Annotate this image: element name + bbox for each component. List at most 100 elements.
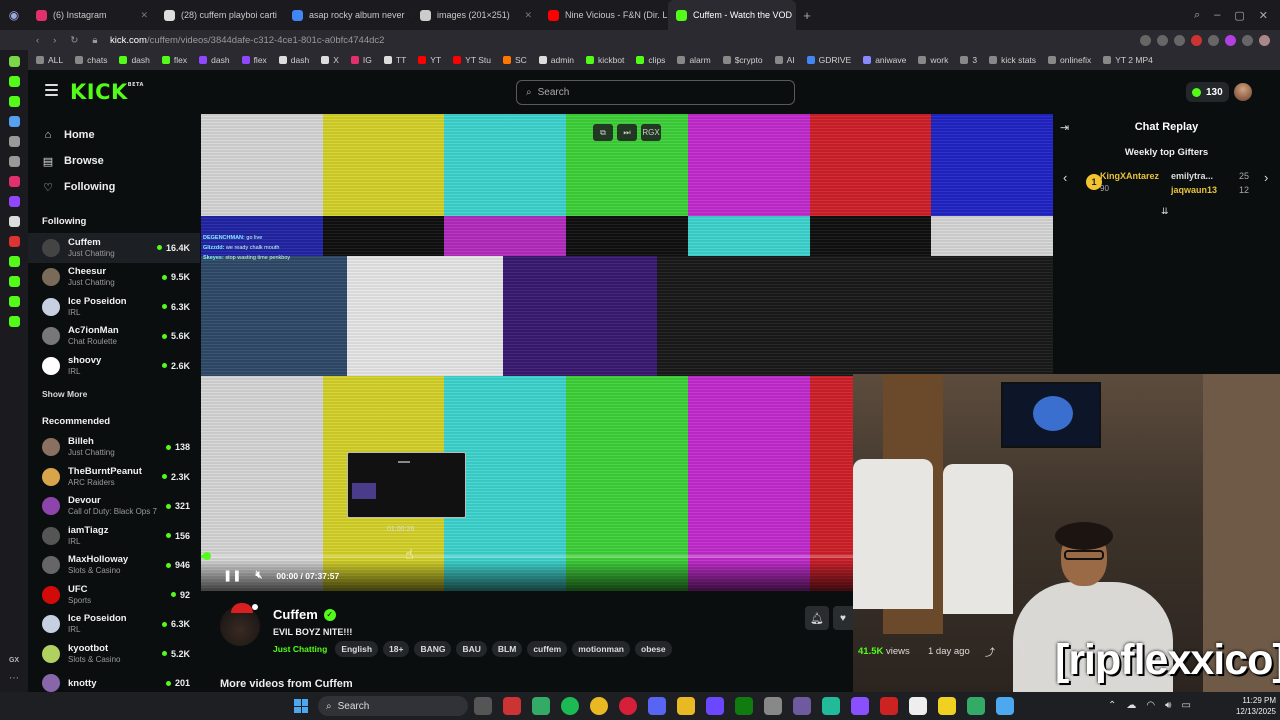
browser-menu-icon[interactable]: ◉ [0, 8, 28, 22]
bookmark-item[interactable]: kick stats [989, 55, 1036, 65]
channel-item[interactable]: Ac7ionMan Chat Roulette 5.6K [28, 322, 200, 352]
channel-item[interactable]: Devour Call of Duty: Black Ops 7 321 [28, 492, 200, 522]
more-icon[interactable]: ⋯ [9, 673, 19, 684]
pin-icon[interactable] [8, 136, 20, 147]
bookmark-item[interactable]: dash [119, 55, 150, 65]
search-tabs-icon[interactable]: ⌕ [1194, 9, 1200, 22]
bookmark-item[interactable]: YT 2 MP4 [1103, 55, 1153, 65]
browser-tab[interactable]: images (201×251) ✕ [412, 0, 540, 30]
bookmark-item[interactable]: admin [538, 55, 574, 65]
show-more-button[interactable]: Show More [28, 389, 200, 399]
stream-tag[interactable]: BAU [456, 641, 487, 657]
progress-knob[interactable] [203, 552, 211, 560]
bookmark-item[interactable]: ALL [36, 55, 63, 65]
channel-item[interactable]: shoovy IRL 2.6K [28, 351, 200, 381]
stream-tag[interactable]: BLM [491, 641, 523, 657]
browser-tab[interactable]: Nine Vicious - F&N (Dir. L✕ [540, 0, 668, 30]
bookmark-item[interactable]: TT [383, 55, 406, 65]
taskbar-clock[interactable]: 11:29 PM 12/13/2025 [1218, 695, 1280, 717]
url-field[interactable]: kick.com/cuffem/videos/3844dafe-c312-4ce… [110, 35, 384, 46]
messenger-icon[interactable] [8, 116, 20, 127]
reload-icon[interactable]: ↻ [70, 35, 78, 46]
category-link[interactable]: Just Chatting [273, 644, 327, 654]
close-window-icon[interactable]: ✕ [1259, 9, 1268, 22]
pause-icon[interactable]: ❚❚ [223, 569, 241, 582]
stream-tag[interactable]: motionman [572, 641, 630, 657]
search-box[interactable]: ⌕ [516, 80, 795, 105]
app-icon[interactable] [532, 697, 550, 715]
volume-icon[interactable]: 🔊︎ [1165, 700, 1171, 711]
collapse-chat-icon[interactable]: ⇥ [1060, 121, 1069, 134]
battery-icon[interactable]: ▭ [1181, 700, 1190, 711]
nav-following[interactable]: ♡ Following [28, 174, 200, 200]
stream-tag[interactable]: English [335, 641, 379, 657]
kicks-balance[interactable]: 130 [1186, 82, 1229, 102]
browser-tab[interactable]: asap rocky album never✕ [284, 0, 412, 30]
maximize-icon[interactable]: ▢ [1234, 9, 1244, 22]
channel-item[interactable]: iamTiagz IRL 156 [28, 521, 200, 551]
minimize-icon[interactable]: – [1214, 9, 1220, 22]
aria-icon[interactable] [8, 156, 20, 167]
back-icon[interactable]: ‹ [36, 35, 39, 46]
expand-gifters-icon[interactable]: ⇊ [1161, 206, 1169, 217]
app-icon[interactable] [880, 697, 898, 715]
kick-logo[interactable]: KICKBETA [70, 80, 144, 104]
stream-tag[interactable]: cuffem [527, 641, 568, 657]
taskbar-search[interactable]: ⌕ Search [318, 696, 468, 716]
bookmark-item[interactable]: X [321, 55, 339, 65]
tab-close-icon[interactable]: ✕ [140, 10, 148, 21]
browser-tab[interactable]: (28) cuffem playboi carti✕ [156, 0, 284, 30]
menu-icon[interactable] [45, 84, 58, 96]
nav-browse[interactable]: ▤ Browse [28, 148, 200, 174]
browser-tab[interactable]: Cuffem - Watch the VOD✕ [668, 0, 796, 30]
channel-item[interactable]: Cheesur Just Chatting 9.5K [28, 263, 200, 293]
new-tab-button[interactable]: + [796, 8, 818, 23]
app-icon[interactable] [938, 697, 956, 715]
record-icon[interactable] [8, 236, 20, 247]
bookmark-item[interactable]: dash [278, 55, 309, 65]
forward-icon[interactable]: › [53, 35, 56, 46]
instagram-icon[interactable] [8, 176, 20, 187]
profile-avatar-icon[interactable] [1259, 34, 1270, 46]
channel-name-row[interactable]: Cuffem ✓ [273, 607, 336, 622]
bookmark-item[interactable]: 3 [960, 55, 977, 65]
bookmark-item[interactable]: flex [241, 55, 267, 65]
extension-icon[interactable] [1208, 34, 1219, 46]
channel-item[interactable]: Ice Poseidon IRL 6.3K [28, 292, 200, 322]
bookmark-item[interactable]: chats [75, 55, 107, 65]
extension-icon[interactable] [1157, 34, 1168, 46]
nav-home[interactable]: ⌂ Home [28, 122, 200, 148]
app-icon[interactable] [851, 697, 869, 715]
channel-item[interactable]: Ice Poseidon IRL 6.3K [28, 610, 200, 640]
file-explorer-icon[interactable] [677, 697, 695, 715]
rgx-button[interactable]: RGX [641, 124, 661, 141]
workspace-icon[interactable] [8, 76, 20, 87]
xbox-icon[interactable] [735, 697, 753, 715]
spotify-icon[interactable] [561, 697, 579, 715]
x-icon[interactable] [8, 216, 20, 227]
channel-item[interactable]: kyootbot Slots & Casino 5.2K [28, 639, 200, 669]
stream-tag[interactable]: obese [635, 641, 672, 657]
more-options-icon[interactable]: ⋮ [1018, 644, 1029, 657]
bookmark-item[interactable]: AI [774, 55, 795, 65]
app-icon[interactable] [909, 697, 927, 715]
extension-icon[interactable] [1242, 34, 1253, 46]
bookmark-item[interactable]: onlinefix [1048, 55, 1091, 65]
share-icon[interactable]: ⤴ [985, 644, 995, 659]
user-avatar[interactable] [1234, 83, 1252, 101]
wifi-icon[interactable]: ◠ [1146, 700, 1155, 711]
bookmark-item[interactable]: clips [636, 55, 665, 65]
app-icon[interactable] [503, 697, 521, 715]
task-view-icon[interactable] [474, 697, 492, 715]
pip-button[interactable]: ⧉ [593, 124, 613, 141]
stream-tag[interactable]: BANG [414, 641, 452, 657]
extension-icon[interactable] [1225, 34, 1236, 46]
bookmark-item[interactable]: dash [199, 55, 230, 65]
skip-button[interactable]: ⏭︎ [617, 124, 637, 141]
speed-dial-icon[interactable] [8, 56, 20, 67]
bookmark-item[interactable]: $crypto [722, 55, 763, 65]
bookmark-item[interactable]: aniwave [863, 55, 906, 65]
settings-icon[interactable] [8, 316, 20, 327]
discord-icon[interactable] [648, 697, 666, 715]
app-icon[interactable] [764, 697, 782, 715]
